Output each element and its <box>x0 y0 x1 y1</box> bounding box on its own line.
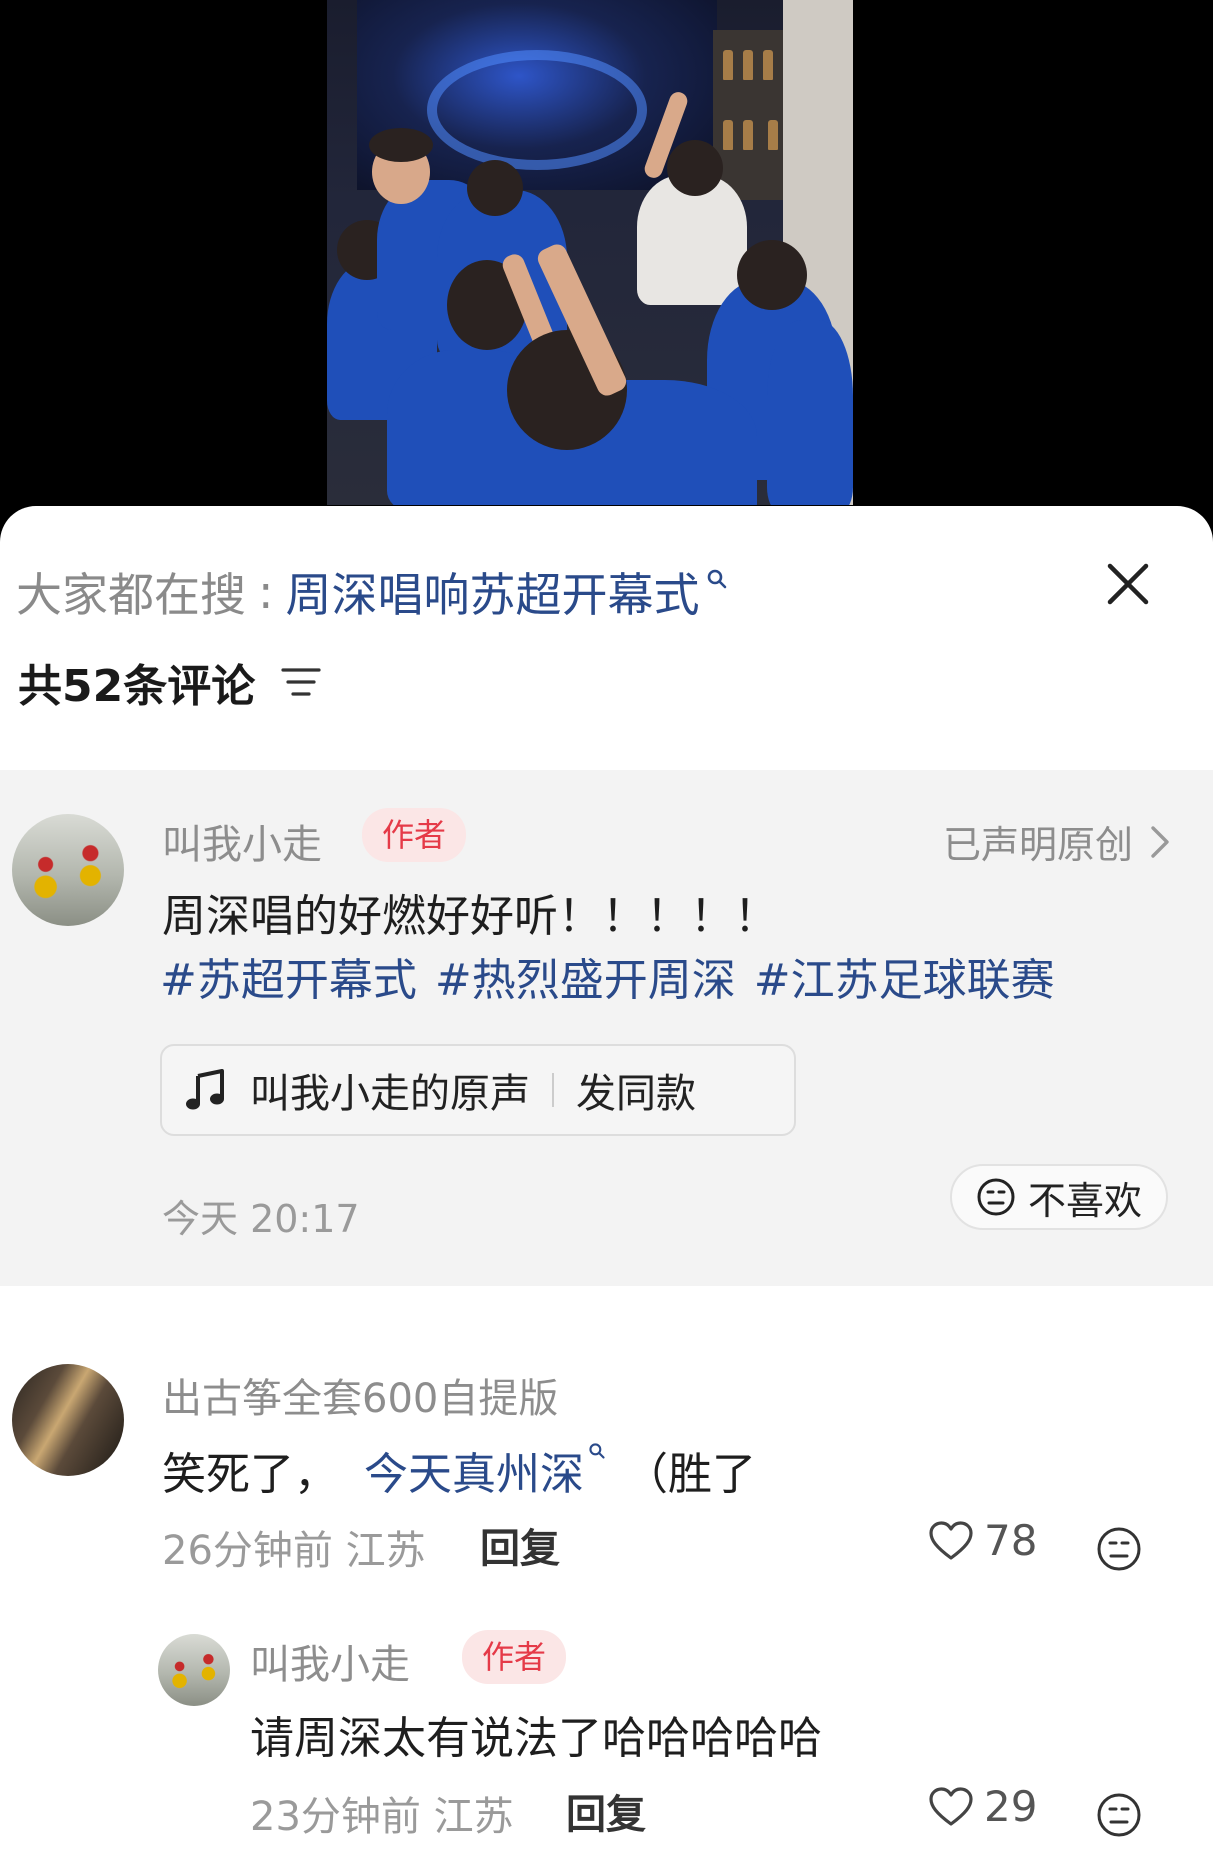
video-player[interactable] <box>0 0 1213 520</box>
comment-count: 共52条评论 <box>18 661 256 712</box>
music-note-icon <box>186 1069 224 1110</box>
hashtag-list: #苏超开幕式 #热烈盛开周深 #江苏足球联赛 <box>160 944 1055 1008</box>
comment-panel: 大家都在搜 : 周深唱响苏超开幕式 共52条评论 叫我小走 作者 已声明原创 周… <box>0 506 1213 1873</box>
avatar[interactable] <box>158 1634 230 1706</box>
reply-text: 请周深太有说法了哈哈哈哈哈 <box>250 1713 822 1764</box>
sort-icon[interactable] <box>281 664 321 700</box>
heart-icon <box>929 1786 973 1826</box>
comment-text: 笑死了， 今天真州深 （胜了 <box>162 1438 756 1502</box>
hashtag-link[interactable]: #江苏足球联赛 <box>754 944 1055 1008</box>
comment-meta: 23分钟前 江苏 <box>250 1794 514 1840</box>
heart-icon <box>929 1520 973 1560</box>
comment-count-row: 共52条评论 <box>18 650 321 714</box>
avatar-image <box>12 1364 124 1476</box>
like-count: 78 <box>984 1516 1038 1565</box>
search-term-link[interactable]: 今天真州深 <box>364 1449 584 1500</box>
original-declared-link[interactable]: 已声明原创 <box>943 814 1171 869</box>
avatar[interactable] <box>12 814 124 926</box>
meh-face-icon[interactable] <box>1096 1526 1142 1572</box>
like-button[interactable]: 78 <box>928 1516 1037 1565</box>
comment-text-part: （胜了 <box>624 1449 756 1500</box>
like-count: 29 <box>984 1782 1038 1831</box>
search-icon <box>589 1443 605 1459</box>
original-sound-card[interactable]: 叫我小走的原声 发同款 <box>160 1044 796 1136</box>
original-declared-label: 已声明原创 <box>942 823 1133 867</box>
comment-username[interactable]: 叫我小走 <box>162 812 322 870</box>
meh-face-icon[interactable] <box>1096 1792 1142 1838</box>
reply-button[interactable]: 回复 <box>566 1782 646 1840</box>
use-same-sound-button[interactable]: 发同款 <box>576 1061 696 1119</box>
avatar[interactable] <box>12 1364 124 1476</box>
like-button[interactable]: 29 <box>928 1782 1037 1831</box>
reply-username[interactable]: 叫我小走 <box>250 1632 410 1690</box>
author-badge: 作者 <box>462 1630 567 1684</box>
search-prefix: 大家都在搜 <box>16 568 246 622</box>
comment-meta: 26分钟前 江苏 <box>162 1528 426 1574</box>
search-colon: : <box>258 565 274 619</box>
search-term-link[interactable]: 周深唱响苏超开幕式 <box>286 559 700 625</box>
comment-text: 周深唱的好燃好好听！！！！！ <box>162 891 778 942</box>
search-suggestion[interactable]: 大家都在搜 : 周深唱响苏超开幕式 <box>16 562 728 622</box>
dislike-label: 不喜欢 <box>1027 1178 1142 1223</box>
crowd-person <box>767 320 853 505</box>
hashtag-link[interactable]: #热烈盛开周深 <box>435 944 736 1008</box>
sound-name: 叫我小走的原声 <box>250 1071 530 1117</box>
reply-button[interactable]: 回复 <box>480 1516 560 1574</box>
meh-face-icon <box>977 1178 1015 1216</box>
avatar-image <box>12 814 124 926</box>
divider <box>552 1073 554 1107</box>
chevron-right-icon <box>1151 825 1169 858</box>
author-badge: 作者 <box>362 808 467 862</box>
close-icon[interactable] <box>1102 558 1154 610</box>
video-frame[interactable] <box>327 0 853 505</box>
hashtag-link[interactable]: #苏超开幕式 <box>160 944 417 1008</box>
comment-time: 今天 20:17 <box>162 1197 360 1241</box>
comment-username[interactable]: 出古筝全套600自提版 <box>162 1366 558 1424</box>
comment-text-part: 笑死了， <box>162 1449 338 1500</box>
avatar-image <box>158 1634 230 1706</box>
author-comment: 叫我小走 作者 已声明原创 周深唱的好燃好好听！！！！！ #苏超开幕式 #热烈盛… <box>0 770 1213 1286</box>
dislike-button[interactable]: 不喜欢 <box>950 1164 1168 1230</box>
search-icon <box>707 569 726 589</box>
